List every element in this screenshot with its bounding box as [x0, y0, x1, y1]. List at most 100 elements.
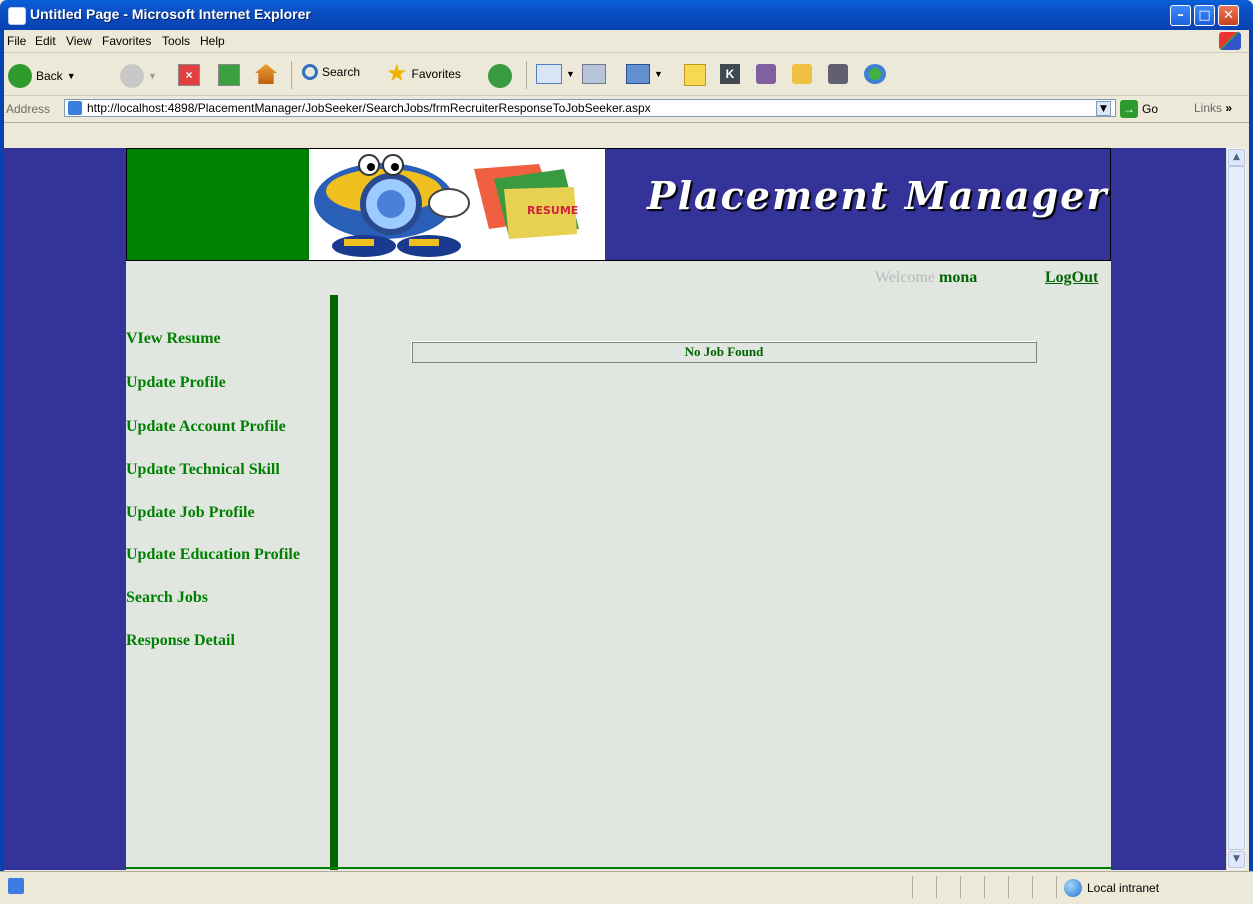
print-icon [582, 64, 606, 84]
refresh-icon [218, 64, 240, 86]
stop-icon: × [178, 64, 200, 86]
messenger-icon [756, 64, 776, 84]
nav-view-resume[interactable]: VIew Resume [126, 330, 221, 348]
go-button[interactable]: → Go [1120, 100, 1158, 118]
address-bar: Address http://localhost:4898/PlacementM… [0, 96, 1253, 123]
toolbar-separator [291, 61, 292, 89]
logout-link[interactable]: LogOut [1045, 269, 1098, 287]
no-job-message: No Job Found [411, 341, 1037, 363]
page-viewport: RESUME Placement Manager Welcome mona Lo… [4, 148, 1226, 870]
edit-button[interactable]: ▼ [626, 64, 663, 84]
k-button[interactable]: K [720, 64, 740, 84]
favorites-button[interactable]: ★ Favorites [386, 60, 461, 87]
toolbar-separator [526, 61, 527, 89]
search-label: Search [322, 65, 361, 79]
links-label: Links [1194, 101, 1223, 115]
search-icon [302, 64, 318, 80]
menu-bar: File Edit View Favorites Tools Help [0, 30, 1253, 53]
tools-icon [828, 64, 848, 84]
address-url: http://localhost:4898/PlacementManager/J… [87, 101, 651, 115]
page-status-icon [8, 878, 24, 894]
mascot-illustration: RESUME [314, 154, 579, 257]
history-icon [488, 64, 512, 88]
browser-window: Untitled Page - Microsoft Internet Explo… [0, 0, 1253, 904]
print-button[interactable] [582, 64, 606, 84]
search-button[interactable]: Search [302, 64, 360, 80]
nav-search-jobs[interactable]: Search Jobs [126, 589, 208, 607]
back-label: Back [36, 69, 63, 83]
status-divider [984, 876, 985, 898]
nav-response-detail[interactable]: Response Detail [126, 632, 235, 650]
address-dropdown-icon[interactable]: ▼ [1096, 101, 1111, 116]
welcome-text: Welcome mona [875, 269, 977, 287]
menu-file[interactable]: File [7, 34, 26, 48]
menu-view[interactable]: View [66, 34, 92, 48]
status-divider [912, 876, 913, 898]
nav-update-account-profile[interactable]: Update Account Profile [126, 418, 286, 436]
menu-help[interactable]: Help [200, 34, 225, 48]
page-container: RESUME Placement Manager Welcome mona Lo… [126, 148, 1111, 870]
window-frame-right [1249, 30, 1253, 903]
status-divider [960, 876, 961, 898]
notes-icon [684, 64, 706, 86]
page-icon [68, 101, 82, 115]
scroll-up-icon[interactable]: ▲ [1228, 149, 1245, 166]
back-dropdown-icon: ▼ [66, 71, 76, 81]
forward-button[interactable]: ▼ [120, 64, 157, 88]
header-mascot-image: RESUME [309, 149, 605, 260]
minimize-button[interactable]: – [1170, 5, 1191, 26]
notes-button[interactable] [684, 64, 706, 86]
status-divider [1056, 876, 1057, 898]
site-header: RESUME Placement Manager [126, 148, 1111, 261]
history-button[interactable] [488, 64, 512, 88]
security-zone: Local intranet [1064, 879, 1159, 897]
nav-update-profile[interactable]: Update Profile [126, 374, 226, 392]
scroll-thumb[interactable] [1228, 166, 1245, 850]
stop-button[interactable]: × [178, 64, 200, 86]
close-button[interactable]: ✕ [1218, 5, 1239, 26]
header-green-block [127, 149, 309, 260]
research-button[interactable] [792, 64, 812, 84]
scroll-down-icon[interactable]: ▼ [1228, 851, 1245, 868]
refresh-button[interactable] [218, 64, 240, 86]
svg-text:RESUME: RESUME [527, 204, 578, 217]
mail-button[interactable]: ▼ [536, 64, 575, 84]
address-input[interactable]: http://localhost:4898/PlacementManager/J… [64, 99, 1116, 117]
messenger-button[interactable] [756, 64, 776, 84]
menu-edit[interactable]: Edit [35, 34, 56, 48]
windows-logo-icon [1219, 32, 1241, 50]
k-icon: K [720, 64, 740, 84]
status-divider [1032, 876, 1033, 898]
home-button[interactable] [255, 64, 277, 84]
menu-tools[interactable]: Tools [162, 34, 190, 48]
contacts-icon [864, 64, 886, 84]
favorites-label: Favorites [411, 67, 461, 81]
links-button[interactable]: Links » [1194, 101, 1232, 115]
globe-icon [1064, 879, 1082, 897]
menu-favorites[interactable]: Favorites [102, 34, 151, 48]
vertical-scrollbar[interactable]: ▲ ▼ [1226, 148, 1246, 870]
address-label: Address [6, 102, 51, 116]
nav-update-technical-skill[interactable]: Update Technical Skill [126, 461, 280, 479]
go-arrow-icon: → [1120, 100, 1138, 118]
nav-divider [330, 295, 338, 870]
tools-button[interactable] [828, 64, 848, 84]
nav-update-education-profile[interactable]: Update Education Profile [126, 546, 300, 564]
back-button[interactable]: Back ▼ [8, 64, 76, 88]
home-icon [255, 64, 277, 84]
status-divider [936, 876, 937, 898]
username: mona [939, 269, 978, 286]
mail-icon [536, 64, 562, 84]
edit-dropdown-icon: ▼ [654, 69, 663, 79]
site-title: Placement Manager [647, 173, 1109, 218]
status-bar: Local intranet [0, 871, 1253, 904]
star-icon: ★ [386, 60, 408, 87]
forward-dropdown-icon: ▼ [148, 71, 157, 81]
back-arrow-icon [8, 64, 32, 88]
contacts-button[interactable] [864, 64, 886, 84]
toolbar: Back ▼ ▼ × Search ★ Favorites ▼ ▼ K [0, 53, 1253, 96]
nav-update-job-profile[interactable]: Update Job Profile [126, 504, 255, 522]
maximize-button[interactable]: □ [1194, 5, 1215, 26]
footer-line [126, 867, 1111, 869]
title-bar: Untitled Page - Microsoft Internet Explo… [0, 0, 1253, 30]
